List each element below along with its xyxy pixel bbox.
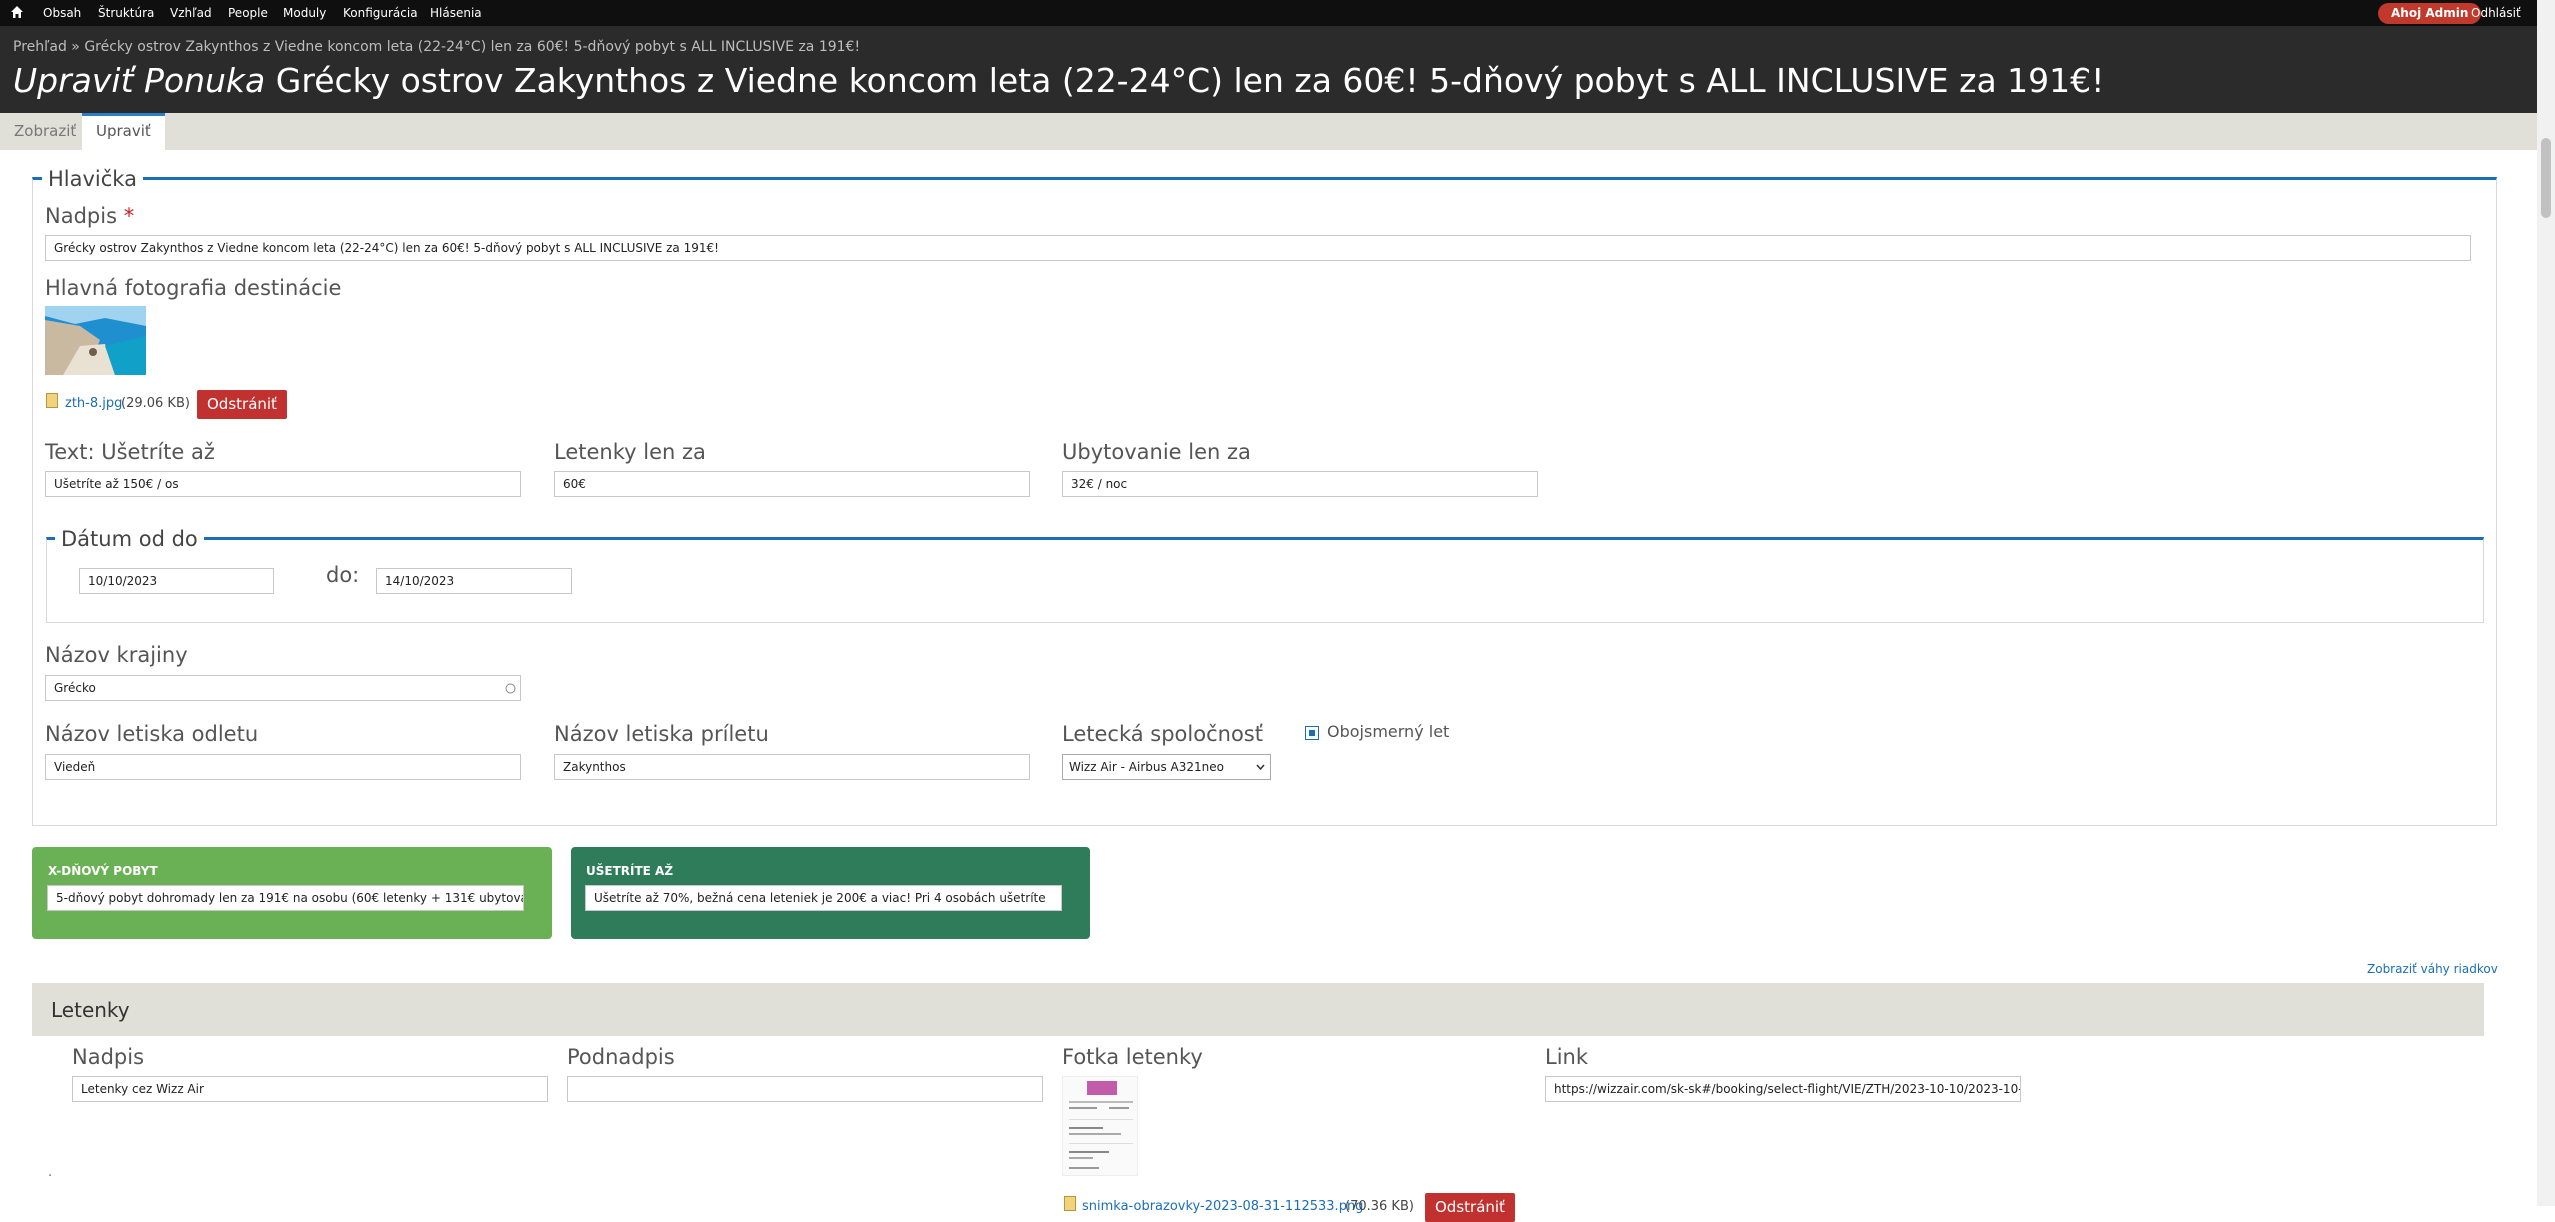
krajina-input[interactable]: Grécko <box>45 675 521 701</box>
date-to-input[interactable]: 14/10/2023 <box>376 568 572 594</box>
user-badge[interactable]: Ahoj Admin <box>2378 3 2482 24</box>
ticket-file-size: (70.36 KB) <box>1345 1199 1414 1214</box>
photo-file-link[interactable]: zth-8.jpg <box>65 396 122 411</box>
pobyt-card: X-DŇOVÝ POBYT 5-dňový pobyt dohromady le… <box>32 847 552 939</box>
tab-upravit[interactable]: Upraviť <box>82 113 165 150</box>
menu-vzhlad[interactable]: Vzhľad <box>170 6 212 20</box>
letenka-podnadpis-input[interactable] <box>567 1076 1043 1102</box>
menu-people[interactable]: People <box>228 6 268 20</box>
letenky-section-header[interactable]: Letenky <box>32 983 2484 1036</box>
ticket-file-icon <box>1064 1196 1076 1211</box>
photo-file-size: (29.06 KB) <box>121 396 190 411</box>
nadpis-label: Nadpis * <box>45 204 134 228</box>
odlet-input[interactable]: Viedeň <box>45 754 521 780</box>
datum-legend[interactable]: Dátum od do <box>55 527 204 551</box>
date-from-input[interactable]: 10/10/2023 <box>79 568 274 594</box>
ubytovanie-input[interactable]: 32€ / noc <box>1062 471 1538 497</box>
chevron-down-icon <box>1256 764 1265 771</box>
link-input[interactable]: https://wizzair.com/sk-sk#/booking/selec… <box>1545 1076 2021 1102</box>
letenky-cena-label: Letenky len za <box>554 440 706 464</box>
show-row-weights-link[interactable]: Zobraziť váhy riadkov <box>2367 962 2498 976</box>
usetrite-input[interactable]: Ušetríte až 150€ / os <box>45 471 521 497</box>
scrollbar-thumb[interactable] <box>2541 138 2551 218</box>
letenka-nadpis-label: Nadpis <box>72 1045 145 1069</box>
remove-photo-button[interactable]: Odstrániť <box>197 390 287 419</box>
tab-zobrazit[interactable]: Zobraziť <box>0 113 90 150</box>
ticket-screenshot-thumbnail <box>1062 1076 1138 1176</box>
prilet-input[interactable]: Zakynthos <box>554 754 1030 780</box>
page-title-text: Grécky ostrov Zakynthos z Viedne koncom … <box>275 61 2105 100</box>
menu-konfiguracia[interactable]: Konfigurácia <box>343 6 418 20</box>
file-icon <box>46 393 58 408</box>
required-mark: * <box>123 204 135 228</box>
usetrite-card-input[interactable]: Ušetríte až 70%, bežná cena leteniek je … <box>585 885 1062 911</box>
destination-photo-thumbnail <box>45 306 146 375</box>
page-title-type: Upraviť Ponuka <box>13 61 266 100</box>
ticket-file-link[interactable]: snimka-obrazovky-2023-08-31-112533.png <box>1082 1199 1363 1214</box>
checkbox-checked-mark <box>1309 730 1315 736</box>
menu-moduly[interactable]: Moduly <box>283 6 326 20</box>
letenky-section-title: Letenky <box>51 998 130 1022</box>
page-title: Upraviť Ponuka Grécky ostrov Zakynthos z… <box>13 61 2104 100</box>
breadcrumb[interactable]: Prehľad » Grécky ostrov Zakynthos z Vied… <box>13 39 860 55</box>
remove-ticket-button[interactable]: Odstrániť <box>1425 1193 1515 1222</box>
ubytovanie-label: Ubytovanie len za <box>1062 440 1251 464</box>
hlavicka-fieldset <box>32 177 2497 826</box>
tab-bar: Zobraziť Upraviť <box>0 113 2537 150</box>
usetrite-label: Text: Ušetríte až <box>45 440 215 464</box>
letenky-cena-input[interactable]: 60€ <box>554 471 1030 497</box>
fotka-letenky-label: Fotka letenky <box>1062 1045 1203 1069</box>
spolocnost-label: Letecká spoločnosť <box>1062 722 1263 746</box>
logout-link[interactable]: Odhlásiť <box>2471 6 2521 20</box>
usetrite-card: UŠETRÍTE AŽ Ušetríte až 70%, bežná cena … <box>571 847 1090 939</box>
foto-label: Hlavná fotografia destinácie <box>45 276 342 300</box>
letenka-nadpis-input[interactable]: Letenky cez Wizz Air <box>72 1076 548 1102</box>
menu-obsah[interactable]: Obsah <box>43 6 81 20</box>
spolocnost-select-value: Wizz Air - Airbus A321neo <box>1069 760 1224 774</box>
menu-hlasenia[interactable]: Hlásenia <box>430 6 482 20</box>
pobyt-card-title: X-DŇOVÝ POBYT <box>48 864 158 878</box>
hlavicka-legend[interactable]: Hlavička <box>42 167 143 191</box>
menu-struktura[interactable]: Štruktúra <box>98 6 154 20</box>
usetrite-card-title: UŠETRÍTE AŽ <box>586 864 674 878</box>
do-label: do: <box>326 563 360 587</box>
spolocnost-select[interactable]: Wizz Air - Airbus A321neo <box>1062 754 1271 780</box>
page-header: Prehľad » Grécky ostrov Zakynthos z Vied… <box>0 26 2537 113</box>
odlet-label: Názov letiska odletu <box>45 722 259 746</box>
nadpis-label-text: Nadpis <box>45 204 118 228</box>
obojsmerny-label[interactable]: Obojsmerný let <box>1327 722 1449 741</box>
letenka-podnadpis-label: Podnadpis <box>567 1045 675 1069</box>
ticket-screenshot-icon <box>1069 1081 1133 1169</box>
link-label: Link <box>1545 1045 1589 1069</box>
nadpis-input[interactable]: Grécky ostrov Zakynthos z Viedne koncom … <box>45 235 2471 261</box>
row-drag-dot: . <box>48 1165 53 1180</box>
home-icon[interactable] <box>10 5 24 19</box>
page-scrollbar[interactable] <box>2537 0 2555 1206</box>
pobyt-input[interactable]: 5-dňový pobyt dohromady len za 191€ na o… <box>47 885 524 911</box>
krajina-label: Názov krajiny <box>45 643 188 667</box>
autocomplete-throbber-icon <box>505 683 516 694</box>
admin-toolbar: Obsah Štruktúra Vzhľad People Moduly Kon… <box>0 0 2537 26</box>
prilet-label: Názov letiska príletu <box>554 722 769 746</box>
beach-photo-icon <box>45 306 146 375</box>
obojsmerny-checkbox[interactable] <box>1305 726 1319 740</box>
